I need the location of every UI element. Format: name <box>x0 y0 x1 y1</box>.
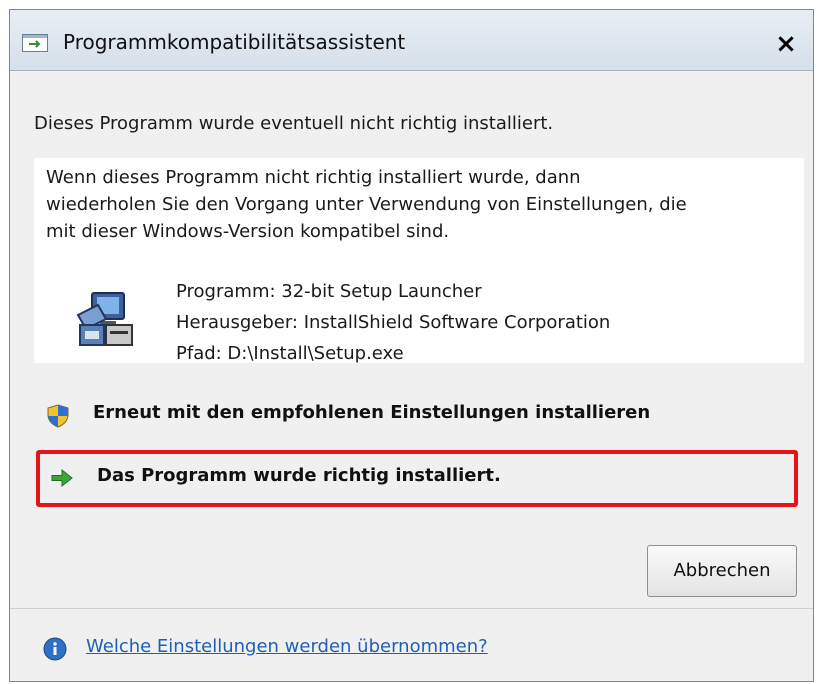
app-window-icon <box>22 34 48 52</box>
settings-info-link[interactable]: Welche Einstellungen werden übernommen? <box>86 636 488 657</box>
publisher-name: Herausgeber: InstallShield Software Corp… <box>176 312 611 333</box>
option-label: Das Programm wurde richtig installiert. <box>97 465 501 486</box>
compatibility-dialog: Programmkompatibilitätsassistent × Diese… <box>9 9 814 682</box>
shield-icon <box>46 404 70 428</box>
cancel-button[interactable]: Abbrechen <box>647 545 797 597</box>
program-details: Programm: 32-bit Setup Launcher Herausge… <box>176 276 610 369</box>
green-arrow-icon <box>50 466 74 490</box>
description-line: Wenn dieses Programm nicht richtig insta… <box>46 167 581 188</box>
description-line: wiederholen Sie den Vorgang unter Verwen… <box>46 194 687 215</box>
close-button[interactable]: × <box>769 30 803 58</box>
option-label: Erneut mit den empfohlenen Einstellungen… <box>93 402 651 423</box>
setup-program-icon <box>76 291 136 349</box>
info-icon <box>43 637 67 661</box>
description-line: mit dieser Windows-Version kompatibel si… <box>46 221 450 242</box>
installed-correctly-option[interactable]: Das Programm wurde richtig installiert. <box>36 450 798 507</box>
info-panel: Wenn dieses Programm nicht richtig insta… <box>34 158 804 364</box>
close-icon: × <box>775 29 797 59</box>
title-bar[interactable]: Programmkompatibilitätsassistent × <box>10 10 813 71</box>
program-path: Pfad: D:\Install\Setup.exe <box>176 343 404 364</box>
description: Wenn dieses Programm nicht richtig insta… <box>46 164 796 245</box>
main-heading: Dieses Programm wurde eventuell nicht ri… <box>34 113 554 134</box>
program-name: Programm: 32-bit Setup Launcher <box>176 281 482 302</box>
reinstall-recommended-option[interactable]: Erneut mit den empfohlenen Einstellungen… <box>32 390 802 442</box>
window-title: Programmkompatibilitätsassistent <box>63 30 406 54</box>
footer: Welche Einstellungen werden übernommen? <box>10 609 813 681</box>
